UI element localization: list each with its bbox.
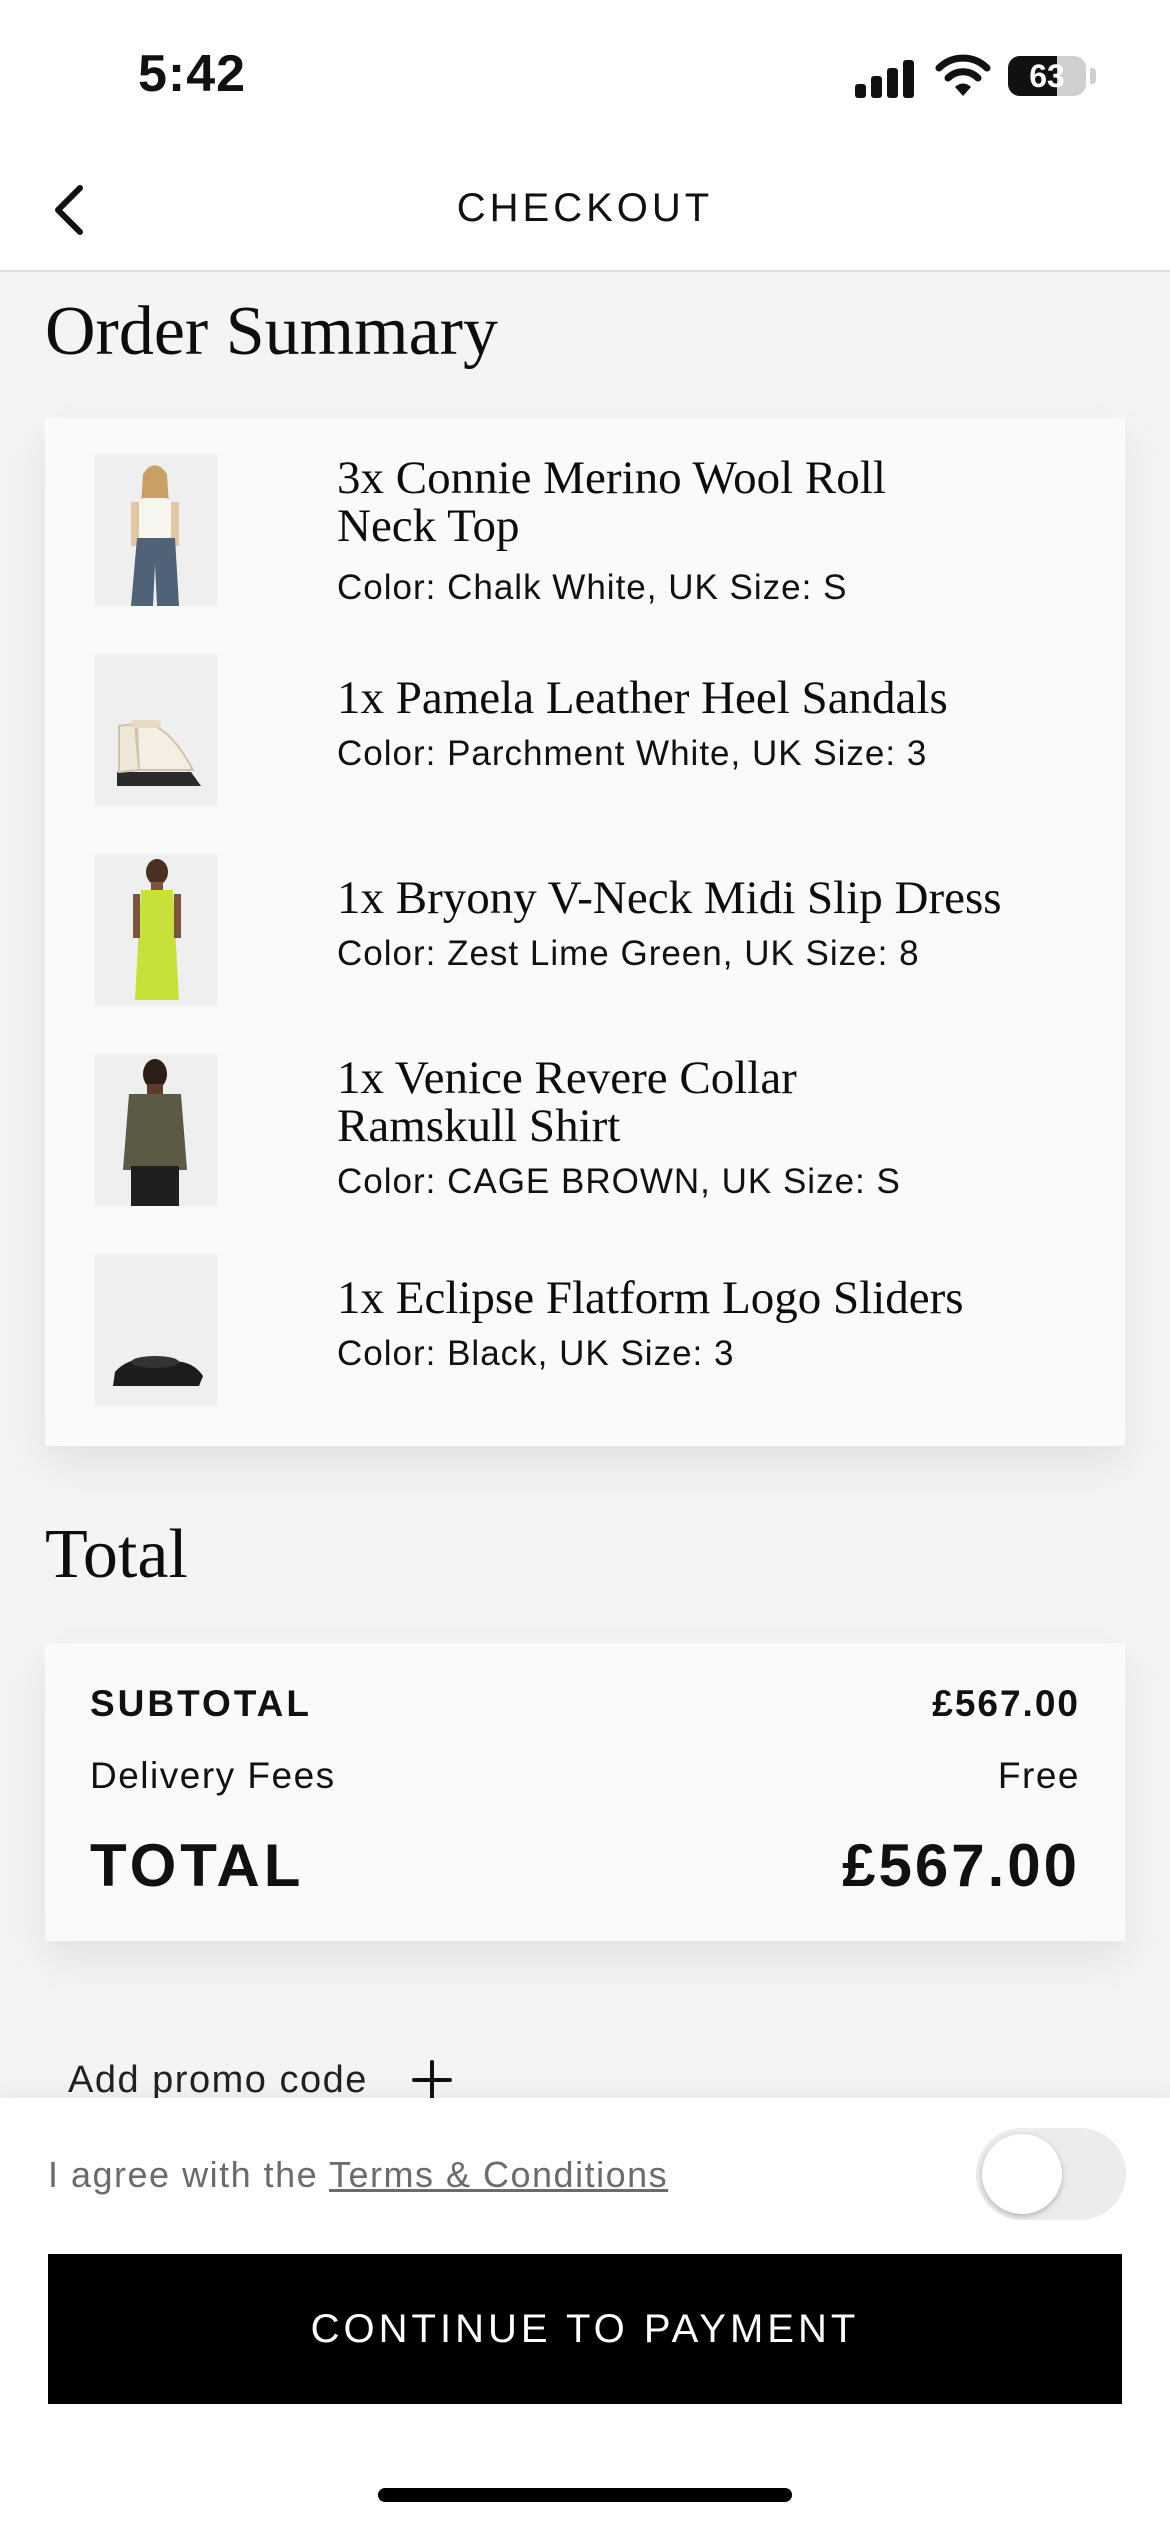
item-name-line1: 1x Pamela Leather Heel Sandals <box>337 672 948 724</box>
order-item[interactable]: 1x Eclipse Flatform Logo Sliders Color: … <box>95 1254 1105 1414</box>
promo-label: Add promo code <box>68 2058 368 2101</box>
continue-to-payment-button[interactable]: CONTINUE TO PAYMENT <box>48 2254 1122 2404</box>
home-indicator <box>378 2488 792 2502</box>
order-summary-card: 3x Connie Merino Wool Roll Neck Top Colo… <box>45 418 1125 1446</box>
battery-percentage: 63 <box>1029 58 1065 94</box>
order-item[interactable]: 1x Venice Revere Collar Ramskull Shirt C… <box>95 1054 1105 1214</box>
toggle-knob <box>982 2134 1062 2214</box>
terms-toggle[interactable] <box>976 2128 1126 2220</box>
product-thumbnail <box>95 1254 217 1406</box>
item-name-line1: 1x Bryony V-Neck Midi Slip Dress <box>337 872 1002 924</box>
battery-nub <box>1090 68 1096 84</box>
subtotal-value: £567.00 <box>932 1683 1080 1724</box>
item-name-line1: 3x Connie Merino Wool Roll <box>337 452 886 504</box>
delivery-fees-label: Delivery Fees <box>90 1755 336 1796</box>
cellular-signal-icon <box>855 58 915 98</box>
item-variant: Color: CAGE BROWN, UK Size: S <box>337 1162 901 1201</box>
item-name-line1: 1x Venice Revere Collar <box>337 1052 797 1104</box>
total-label: TOTAL <box>90 1832 305 1899</box>
total-card: SUBTOTAL £567.00 Delivery Fees Free TOTA… <box>45 1643 1125 1941</box>
order-item[interactable]: 3x Connie Merino Wool Roll Neck Top Colo… <box>95 454 1105 614</box>
battery-icon: 63 <box>1008 56 1086 96</box>
wifi-icon <box>935 54 991 96</box>
plus-icon <box>411 2060 452 2100</box>
product-thumbnail <box>95 1054 217 1206</box>
total-heading: Total <box>45 1516 188 1593</box>
terms-link[interactable]: Terms & Conditions <box>329 2154 668 2195</box>
item-name-line2: Neck Top <box>337 500 520 552</box>
terms-agreement: I agree with the Terms & Conditions <box>48 2154 668 2196</box>
status-bar: 5:42 63 <box>0 0 1170 150</box>
order-item[interactable]: 1x Pamela Leather Heel Sandals Color: Pa… <box>95 654 1105 814</box>
checkout-footer: I agree with the Terms & Conditions CONT… <box>0 2098 1170 2532</box>
item-name-line2: Ramskull Shirt <box>337 1100 621 1152</box>
page-title: CHECKOUT <box>456 186 714 230</box>
order-item[interactable]: 1x Bryony V-Neck Midi Slip Dress Color: … <box>95 854 1105 1014</box>
total-value: £567.00 <box>842 1832 1080 1899</box>
status-time: 5:42 <box>138 45 247 103</box>
subtotal-label: SUBTOTAL <box>90 1683 313 1724</box>
item-variant: Color: Chalk White, UK Size: S <box>337 568 848 607</box>
nav-header: CHECKOUT <box>0 150 1170 272</box>
terms-prefix: I agree with the <box>48 2154 329 2195</box>
item-variant: Color: Zest Lime Green, UK Size: 8 <box>337 934 920 973</box>
product-thumbnail <box>95 854 217 1006</box>
item-name-line1: 1x Eclipse Flatform Logo Sliders <box>337 1272 964 1324</box>
item-variant: Color: Parchment White, UK Size: 3 <box>337 734 928 773</box>
item-variant: Color: Black, UK Size: 3 <box>337 1334 735 1373</box>
delivery-fees-value: Free <box>997 1755 1080 1796</box>
order-summary-heading: Order Summary <box>45 293 498 370</box>
product-thumbnail <box>95 454 217 606</box>
product-thumbnail <box>95 654 217 806</box>
